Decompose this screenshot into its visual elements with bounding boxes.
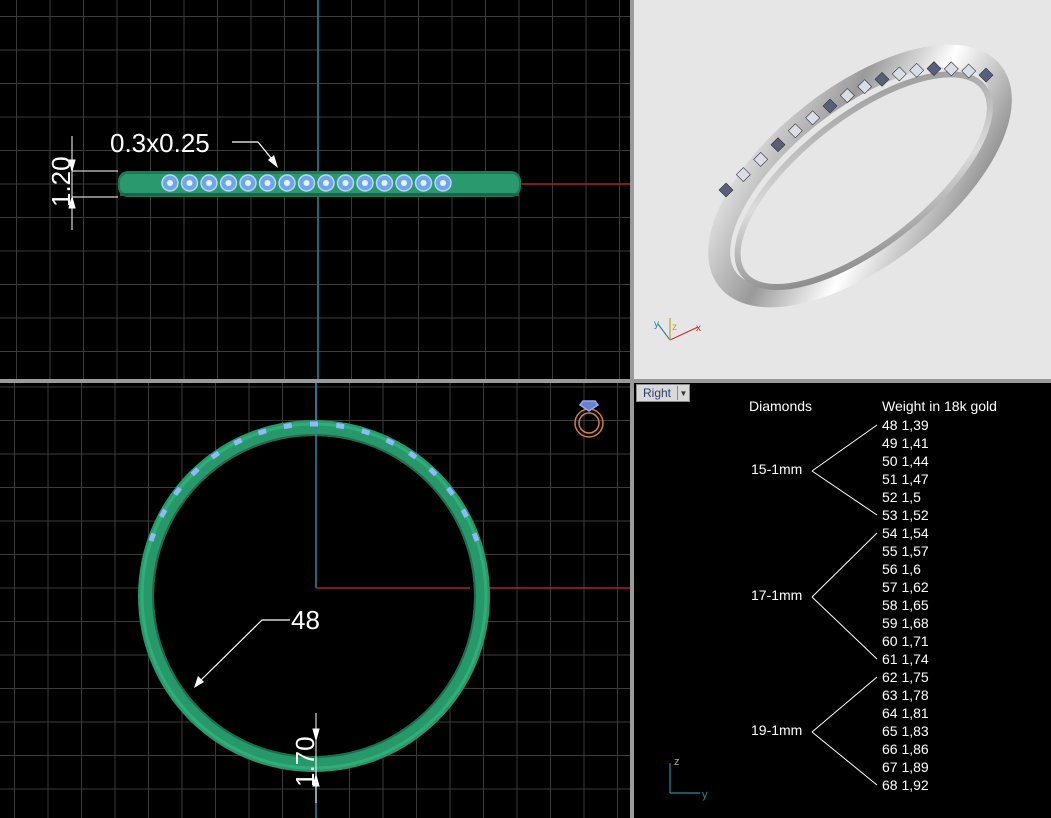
weight-row: 64 1,81 (882, 705, 929, 721)
weight-row: 62 1,75 (882, 669, 929, 685)
diamond-group-label: 17-1mm (751, 587, 803, 603)
weight-row: 48 1,39 (882, 417, 929, 433)
axis-y-label: y (654, 319, 659, 330)
connector-line (811, 731, 878, 786)
viewport-divider-horizontal[interactable] (0, 379, 1051, 383)
table-header-diamonds: Diamonds (749, 398, 813, 414)
viewport-top[interactable]: 1.20 0.3x0.25 (0, 0, 630, 379)
axis-gizmo (657, 318, 699, 341)
ring-render: x y z (654, 44, 1012, 341)
weight-row: 65 1,83 (882, 723, 929, 739)
connector-line (811, 532, 878, 598)
weight-row: 67 1,89 (882, 759, 929, 775)
diamond-group-label: 19-1mm (751, 722, 803, 738)
weight-row: 53 1,52 (882, 507, 929, 523)
diamond-group-label: 15-1mm (751, 461, 803, 477)
axis-x-label: x (696, 323, 701, 334)
right-view-canvas: z y (669, 424, 878, 801)
weight-row: 54 1,54 (882, 525, 929, 541)
connector-line (811, 676, 878, 733)
dim-band-thickness-text: 1.70 (290, 736, 320, 787)
weight-row: 68 1,92 (882, 777, 929, 793)
ring-size-label: 48 (291, 605, 320, 635)
stone-size-label: 0.3x0.25 (110, 128, 210, 158)
weight-row: 50 1,44 (882, 453, 929, 469)
viewport-right[interactable]: Right ▼ z y (634, 383, 1051, 818)
weight-row: 66 1,86 (882, 741, 929, 757)
viewport-divider-vertical[interactable] (630, 0, 634, 818)
table-header-weight: Weight in 18k gold (882, 398, 997, 414)
dim-band-height-text: 1.20 (46, 156, 76, 207)
top-view-canvas: 1.20 0.3x0.25 (0, 0, 630, 379)
weight-row: 63 1,78 (882, 687, 929, 703)
ring-icon (574, 400, 604, 438)
stones-row (161, 174, 452, 192)
connector-line (811, 424, 878, 472)
weight-row: 52 1,5 (882, 489, 921, 505)
weight-row: 55 1,57 (882, 543, 929, 559)
stone-icon (310, 421, 318, 427)
axis-y-label-right: y (702, 789, 708, 801)
weight-row: 59 1,68 (882, 615, 929, 631)
viewport-front[interactable]: 48 1.70 (0, 383, 630, 818)
connector-line (811, 470, 878, 516)
weight-row: 61 1,74 (882, 651, 929, 667)
weight-row: 58 1,65 (882, 597, 929, 613)
front-view-canvas: 48 1.70 (0, 383, 630, 818)
weight-row: 60 1,71 (882, 633, 929, 649)
weight-row: 49 1,41 (882, 435, 929, 451)
axis-z-label: z (672, 322, 677, 333)
viewport-perspective[interactable]: x y z (634, 0, 1051, 379)
axis-z-label-right: z (674, 756, 680, 768)
connector-line (811, 596, 878, 660)
weight-row: 57 1,62 (882, 579, 929, 595)
weight-row: 51 1,47 (882, 471, 929, 487)
connector-lines (811, 424, 878, 786)
weight-row: 56 1,6 (882, 561, 921, 577)
